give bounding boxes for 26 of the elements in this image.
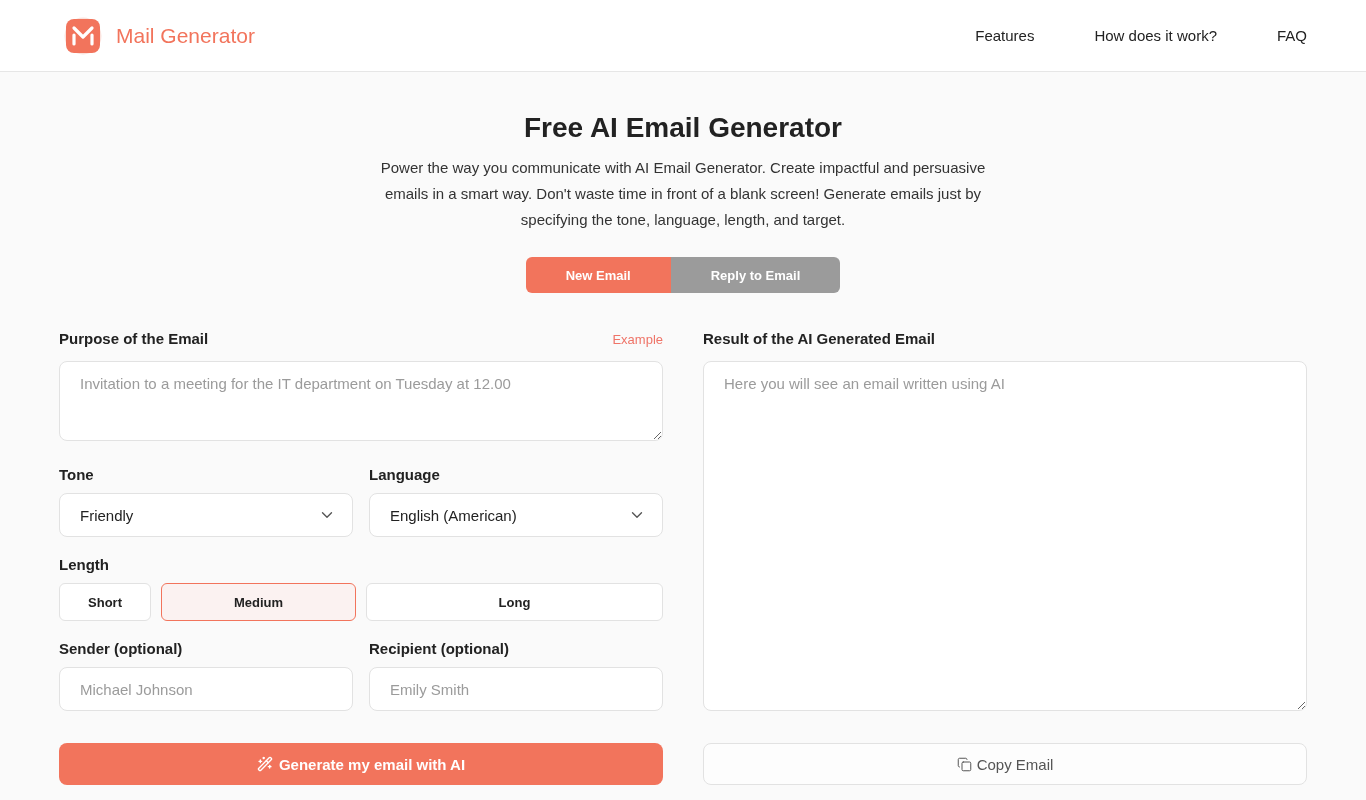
field-label: Recipient (optional) [369, 639, 509, 659]
copy-icon [956, 756, 972, 772]
result-field[interactable]: Here you will see an email written using AI [703, 361, 1307, 711]
nav-link[interactable]: How does it work? [1094, 27, 1217, 44]
nav-link[interactable]: Features [975, 27, 1035, 44]
length-option[interactable]: Short [59, 583, 151, 621]
logo-icon [64, 16, 102, 55]
purpose-field[interactable]: Invitation to a meeting for the IT department on Tuesday at 12.00 [59, 361, 663, 441]
field-label: Purpose of the Email [59, 329, 209, 349]
dropdown[interactable]: Friendly [59, 493, 353, 537]
input-field[interactable]: Michael Johnson [59, 667, 353, 711]
length-option[interactable]: Medium [161, 583, 356, 621]
dropdown[interactable]: English (American) [369, 493, 663, 537]
page-title: Free AI Email Generator [524, 111, 842, 145]
magic-wand-icon [256, 756, 273, 772]
nav-link[interactable]: FAQ [1277, 27, 1307, 44]
input-field[interactable]: Emily Smith [369, 667, 663, 711]
field-label: Result of the AI Generated Email [703, 329, 935, 349]
copy-button[interactable]: Copy Email [703, 743, 1307, 785]
page-description: Power the way you communicate with AI Email Generator. Create impactful and persuasive emails in a smart way. Don't waste time in front of a blank screen! Generate emails just by specifying the tone, language, length, and target. [379, 158, 987, 230]
field-label: Language [369, 465, 440, 485]
field-label: Tone [59, 465, 94, 485]
length-option[interactable]: Long [366, 583, 663, 621]
logo-text: Mail Generator [116, 23, 255, 48]
field-label: Sender (optional) [59, 639, 183, 659]
field-label: Length [59, 555, 109, 575]
